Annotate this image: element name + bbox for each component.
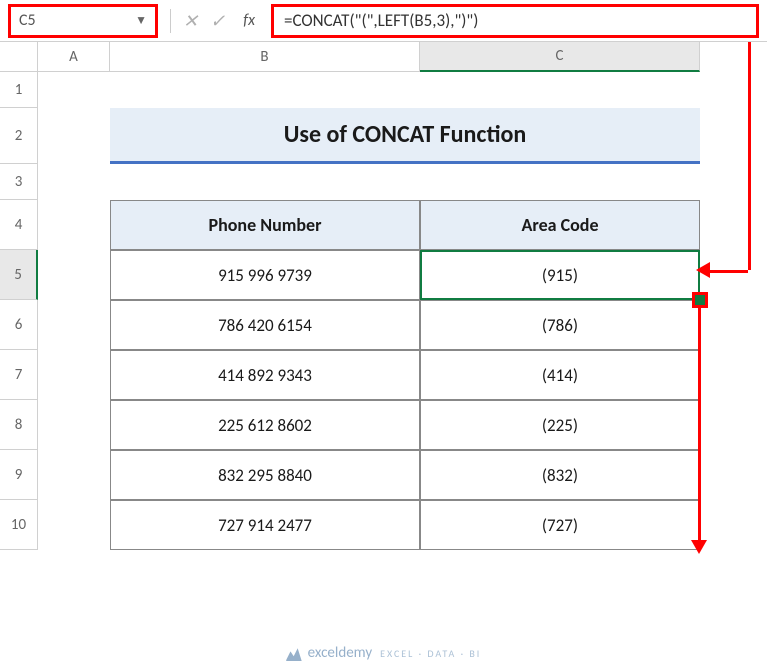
spreadsheet-grid: A B C 1 2 3 4 5 6 7 8 9 10 Use of CONCAT… xyxy=(0,42,767,550)
annotation-line xyxy=(748,42,751,270)
cell-b9[interactable]: 832 295 8840 xyxy=(110,450,420,500)
annotation-line xyxy=(708,270,748,273)
divider xyxy=(170,9,171,33)
header-area[interactable]: Area Code xyxy=(420,200,700,250)
annotation-line xyxy=(698,308,701,542)
cell-reference: C5 xyxy=(19,11,36,30)
cell-c6[interactable]: (786) xyxy=(420,300,700,350)
formula-text: =CONCAT("(",LEFT(B5,3),")") xyxy=(284,10,478,31)
cell-c9[interactable]: (832) xyxy=(420,450,700,500)
row-header-10[interactable]: 10 xyxy=(0,500,38,550)
cell-b6[interactable]: 786 420 6154 xyxy=(110,300,420,350)
formula-bar: C5 ▼ ✕ ✓ fx =CONCAT("(",LEFT(B5,3),")") xyxy=(0,0,767,42)
column-header-b[interactable]: B xyxy=(110,42,420,72)
row-header-8[interactable]: 8 xyxy=(0,400,38,450)
name-box[interactable]: C5 ▼ xyxy=(8,4,158,38)
column-header-a[interactable]: A xyxy=(38,42,110,72)
formula-input[interactable]: =CONCAT("(",LEFT(B5,3),")") xyxy=(271,4,759,38)
cell-b10[interactable]: 727 914 2477 xyxy=(110,500,420,550)
chevron-down-icon[interactable]: ▼ xyxy=(135,13,147,28)
cell-c7[interactable]: (414) xyxy=(420,350,700,400)
annotation-arrow-icon xyxy=(696,262,710,278)
cell-c8[interactable]: (225) xyxy=(420,400,700,450)
annotation-arrow-icon xyxy=(691,540,707,554)
row-header-2[interactable]: 2 xyxy=(0,108,38,164)
enter-icon[interactable]: ✓ xyxy=(210,10,225,32)
row-header-3[interactable]: 3 xyxy=(0,164,38,200)
row-header-4[interactable]: 4 xyxy=(0,200,38,250)
row-header-9[interactable]: 9 xyxy=(0,450,38,500)
header-phone[interactable]: Phone Number xyxy=(110,200,420,250)
cell-c10[interactable]: (727) xyxy=(420,500,700,550)
fx-icon[interactable]: fx xyxy=(243,11,255,30)
row-header-1[interactable]: 1 xyxy=(0,72,38,108)
column-headers: A B C xyxy=(0,42,767,72)
watermark-logo-icon xyxy=(286,645,302,661)
formula-bar-icons: ✕ ✓ fx xyxy=(183,10,255,32)
cancel-icon[interactable]: ✕ xyxy=(183,10,198,32)
cells-area[interactable]: Use of CONCAT Function Phone Number Area… xyxy=(38,72,767,550)
fill-handle[interactable] xyxy=(692,292,708,308)
cell-b8[interactable]: 225 612 8602 xyxy=(110,400,420,450)
cell-c5[interactable]: (915) xyxy=(420,250,700,300)
watermark-brand: exceldemy xyxy=(308,644,372,662)
row-headers: 1 2 3 4 5 6 7 8 9 10 xyxy=(0,72,38,550)
watermark: exceldemy EXCEL · DATA · BI xyxy=(286,644,482,662)
watermark-tagline: EXCEL · DATA · BI xyxy=(380,647,481,660)
row-header-6[interactable]: 6 xyxy=(0,300,38,350)
cell-b5[interactable]: 915 996 9739 xyxy=(110,250,420,300)
row-header-5[interactable]: 5 xyxy=(0,250,38,300)
title-cell[interactable]: Use of CONCAT Function xyxy=(110,108,700,164)
cell-b7[interactable]: 414 892 9343 xyxy=(110,350,420,400)
row-header-7[interactable]: 7 xyxy=(0,350,38,400)
select-all-corner[interactable] xyxy=(0,42,38,72)
column-header-c[interactable]: C xyxy=(420,42,700,72)
